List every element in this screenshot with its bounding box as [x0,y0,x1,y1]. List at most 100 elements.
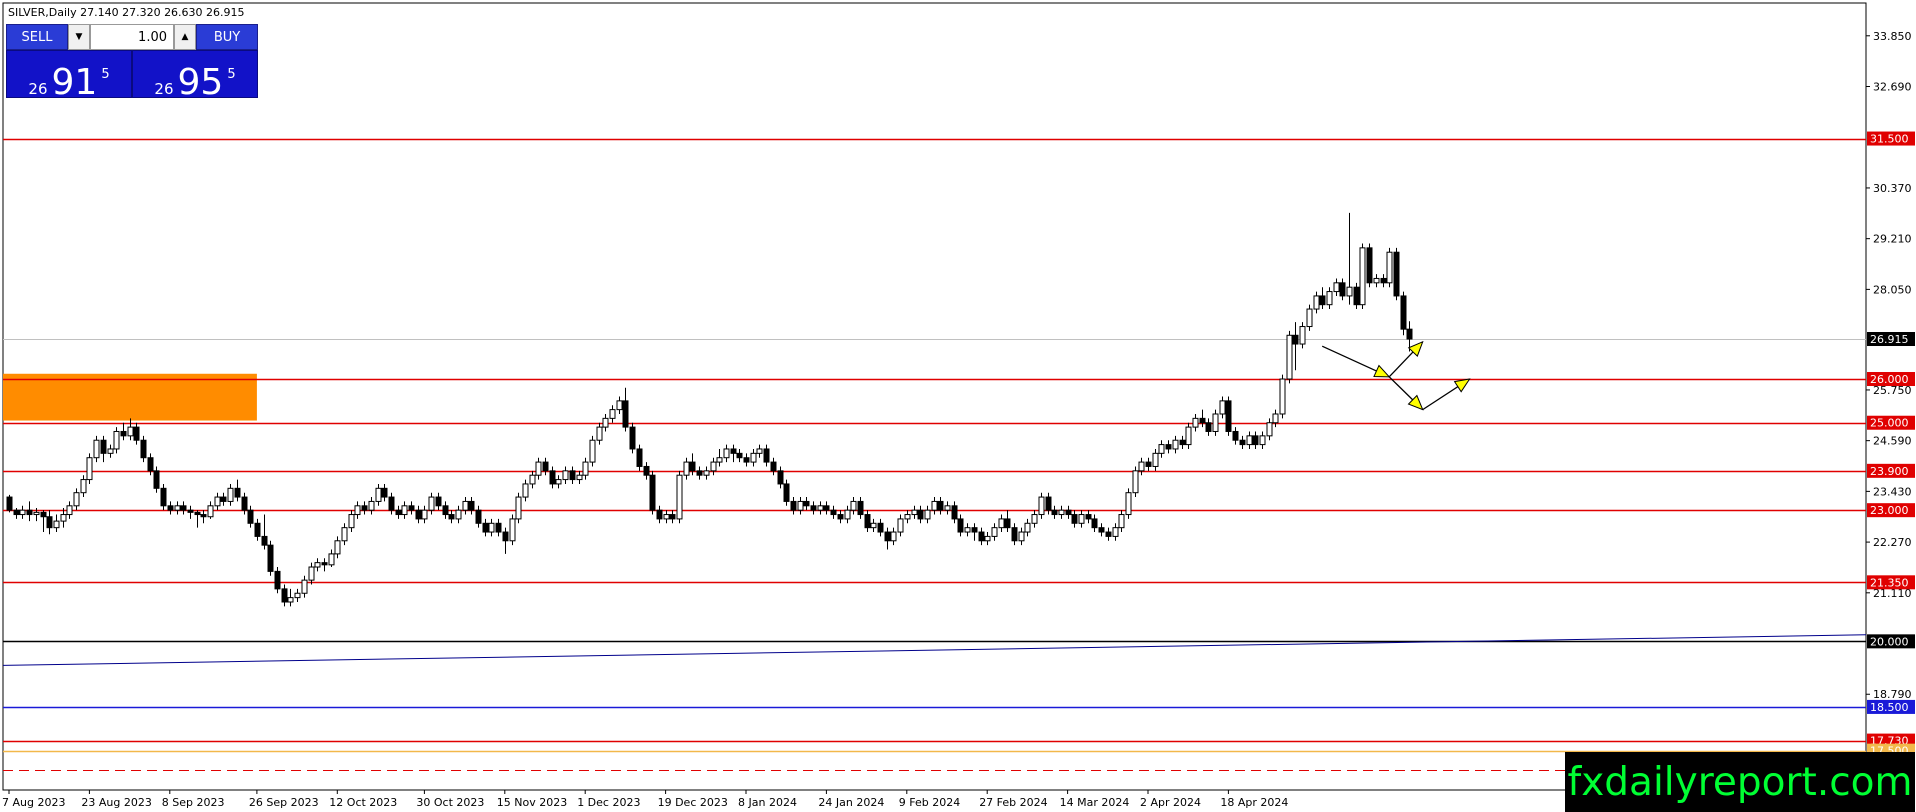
candle-bearish[interactable] [1225,400,1232,432]
candle-bullish[interactable] [1152,452,1159,467]
candle-bearish[interactable] [247,509,254,524]
candle-bearish[interactable] [361,505,368,511]
candle-bullish[interactable] [1172,439,1179,450]
candle-bearish[interactable] [187,509,194,513]
candle-bullish[interactable] [535,461,542,476]
candle-bullish[interactable] [1031,514,1038,524]
candle-bearish[interactable] [790,500,797,511]
candle-bullish[interactable] [207,505,214,518]
candle-bullish[interactable] [723,448,730,459]
candle-bearish[interactable] [1232,430,1239,441]
candle-bearish[interactable] [100,439,107,454]
candle-bearish[interactable] [482,522,489,533]
candle-bearish[interactable] [1105,531,1112,537]
candle-bearish[interactable] [549,470,556,485]
candle-bullish[interactable] [984,535,991,542]
candle-bullish[interactable] [870,522,877,529]
candle-bullish[interactable] [328,553,335,566]
candle-bearish[interactable] [736,452,743,459]
candle-bullish[interactable] [60,514,67,522]
candle-bearish[interactable] [669,514,676,520]
candle-bullish[interactable] [710,461,717,472]
candle-bearish[interactable] [448,514,455,520]
candle-bearish[interactable] [957,518,964,533]
candle-bullish[interactable] [716,457,723,463]
candle-bearish[interactable] [1319,295,1326,306]
candle-bearish[interactable] [1353,286,1360,306]
candle-bearish[interactable] [200,514,207,518]
candle-bullish[interactable] [609,409,616,419]
candle-bearish[interactable] [267,544,274,572]
candle-bullish[interactable] [924,509,931,520]
candle-bearish[interactable] [194,511,201,516]
candle-bearish[interactable] [1085,514,1092,520]
candle-bearish[interactable] [415,509,422,520]
candle-bearish[interactable] [978,531,985,542]
candle-bearish[interactable] [810,505,817,511]
candle-bullish[interactable] [368,500,375,511]
candle-bearish[interactable] [388,496,395,511]
candle-bearish[interactable] [830,509,837,516]
candle-bearish[interactable] [877,522,884,533]
candle-bullish[interactable] [1333,282,1340,293]
candle-bearish[interactable] [763,448,770,463]
candle-bearish[interactable] [26,509,33,516]
candle-bearish[interactable] [321,562,328,566]
candle-bearish[interactable] [1071,514,1078,524]
candle-bearish[interactable] [1098,527,1105,533]
candle-bullish[interactable] [113,430,120,450]
candle-bullish[interactable] [1192,417,1199,428]
candle-bullish[interactable] [596,426,603,441]
candle-bullish[interactable] [53,520,60,529]
candle-bearish[interactable] [1239,439,1246,446]
candle-bullish[interactable] [1118,514,1125,529]
candle-bearish[interactable] [442,505,449,516]
candle-bullish[interactable] [1038,496,1045,516]
candle-bearish[interactable] [770,461,777,472]
candle-bearish[interactable] [147,457,154,472]
candle-bullish[interactable] [509,518,516,542]
candle-bullish[interactable] [1326,291,1333,306]
candle-bearish[interactable] [13,509,20,516]
candle-bullish[interactable] [515,496,522,520]
candle-bearish[interactable] [636,448,643,467]
candle-bullish[interactable] [1018,531,1025,542]
candle-bearish[interactable] [917,509,924,520]
candle-bullish[interactable] [1306,308,1313,328]
candle-bearish[interactable] [180,505,187,511]
candle-bearish[interactable] [495,522,502,533]
candle-bullish[interactable] [683,461,690,476]
candle-bullish[interactable] [998,518,1005,529]
candle-bearish[interactable] [1165,444,1172,450]
candle-bearish[interactable] [274,570,281,590]
candle-bullish[interactable] [756,448,763,454]
lot-decrease-icon[interactable]: ▼ [68,24,90,50]
candle-bullish[interactable] [1132,470,1139,494]
candle-bullish[interactable] [750,452,757,463]
candle-bullish[interactable] [1386,251,1393,284]
candle-bullish[interactable] [348,514,355,529]
candle-bullish[interactable] [401,505,408,516]
candle-bullish[interactable] [602,417,609,428]
candle-bullish[interactable] [1346,286,1353,297]
candle-bearish[interactable] [40,511,47,518]
candle-bullish[interactable] [73,492,80,507]
candle-bearish[interactable] [743,457,750,463]
candle-bullish[interactable] [33,511,40,516]
candle-bullish[interactable] [127,426,134,437]
candle-bullish[interactable] [375,487,382,502]
candle-bearish[interactable] [884,531,891,542]
candle-bullish[interactable] [582,461,589,476]
candle-bullish[interactable] [555,479,562,485]
candle-bullish[interactable] [529,474,536,485]
candle-bullish[interactable] [1112,527,1119,537]
candle-bullish[interactable] [1279,378,1286,415]
candle-bullish[interactable] [354,505,361,516]
candle-bullish[interactable] [616,400,623,411]
candle-bearish[interactable] [1252,435,1259,446]
candle-bearish[interactable] [254,522,261,537]
candle-bullish[interactable] [1185,426,1192,446]
ask-quote[interactable]: 26 95 5 [132,50,258,103]
candle-bullish[interactable] [301,579,308,594]
candle-bullish[interactable] [86,457,93,481]
